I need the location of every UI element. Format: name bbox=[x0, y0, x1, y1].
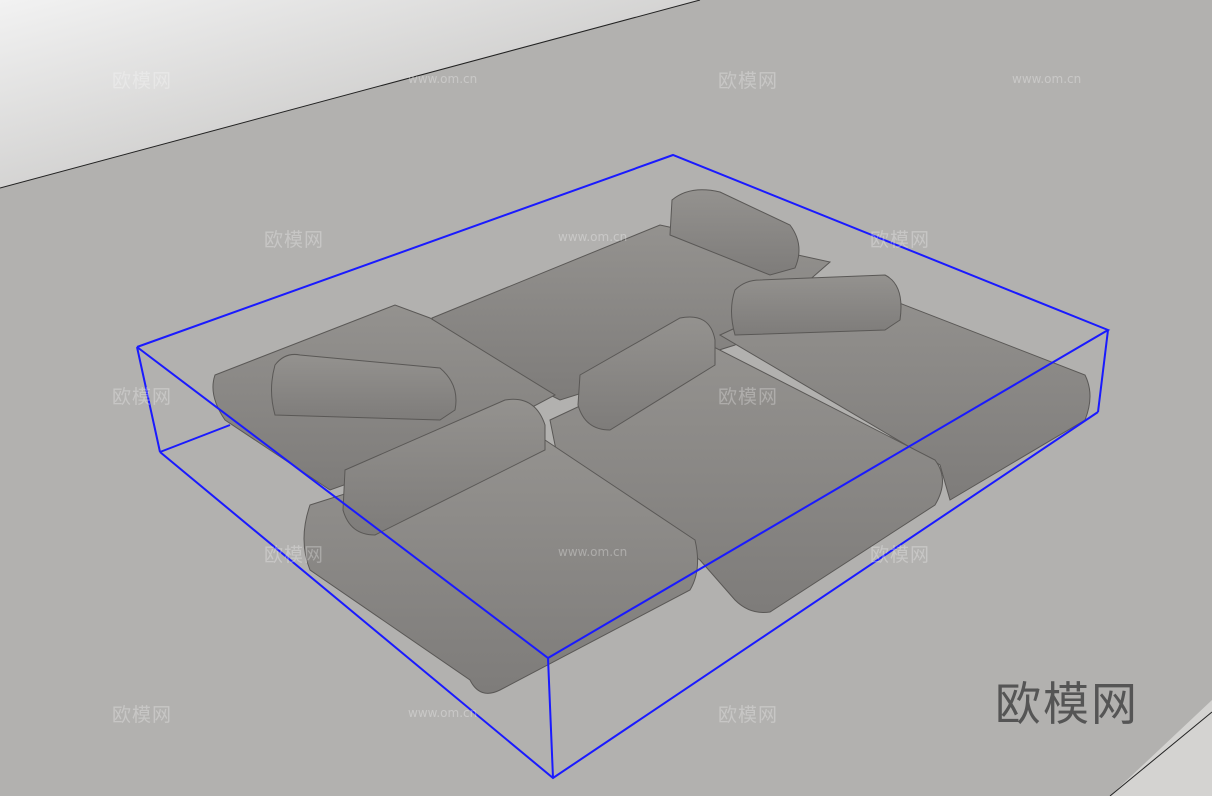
watermark-brand: 欧模网 bbox=[112, 704, 173, 726]
brand-logo: 欧模网 bbox=[995, 677, 1139, 731]
watermark-url: www.om.cn bbox=[558, 230, 628, 244]
watermark-brand: 欧模网 bbox=[718, 386, 779, 408]
backrest-right bbox=[731, 274, 902, 336]
watermark-brand: 欧模网 bbox=[264, 544, 325, 566]
watermark-brand: 欧模网 bbox=[112, 386, 173, 408]
watermark-brand: 欧模网 bbox=[112, 70, 173, 92]
watermark-brand: 欧模网 bbox=[870, 229, 931, 251]
watermark-brand: 欧模网 bbox=[870, 544, 931, 566]
sofa-model[interactable] bbox=[212, 189, 1091, 694]
watermark-brand: 欧模网 bbox=[264, 229, 325, 251]
watermark-url: www.om.cn bbox=[558, 545, 628, 559]
watermark-brand: 欧模网 bbox=[718, 70, 779, 92]
watermark-url: www.om.cn bbox=[408, 706, 478, 720]
watermark-url: www.om.cn bbox=[1012, 72, 1082, 86]
watermark-url: www.om.cn bbox=[408, 72, 478, 86]
watermark-brand: 欧模网 bbox=[718, 704, 779, 726]
